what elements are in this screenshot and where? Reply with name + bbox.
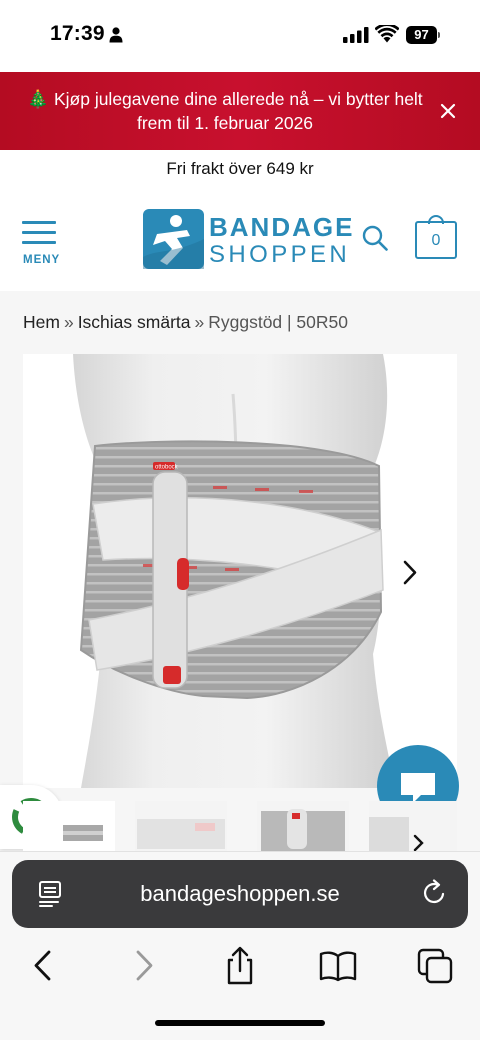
- reload-icon[interactable]: [422, 879, 448, 907]
- close-icon[interactable]: [436, 99, 460, 123]
- chevron-right-icon[interactable]: [408, 833, 428, 851]
- promo-text: Kjøp julegavene dine allerede nå – vi by…: [53, 89, 423, 133]
- cart-count: 0: [415, 221, 457, 259]
- address-bar[interactable]: bandageshoppen.se: [12, 860, 468, 928]
- person-icon: [109, 27, 123, 43]
- brand-tag: ottobock: [155, 465, 179, 471]
- shipping-notice: Fri frakt över 649 kr: [0, 150, 480, 187]
- search-icon[interactable]: [361, 224, 389, 252]
- site-header: MENY BANDAGE SHOPPEN 0: [0, 187, 480, 291]
- site-logo[interactable]: BANDAGE SHOPPEN: [143, 209, 352, 269]
- promo-banner: 🎄 Kjøp julegavene dine allerede nå – vi …: [0, 72, 480, 150]
- breadcrumb-separator: »: [63, 312, 74, 332]
- hamburger-icon: [22, 221, 62, 244]
- breadcrumb-separator: »: [194, 312, 205, 332]
- url-text: bandageshoppen.se: [140, 881, 340, 906]
- home-indicator: [155, 1020, 325, 1026]
- tabs-icon[interactable]: [416, 946, 456, 986]
- thumbnail-2[interactable]: [135, 801, 227, 851]
- back-icon[interactable]: [23, 946, 63, 986]
- forward-icon[interactable]: [124, 946, 164, 986]
- page-settings-icon[interactable]: [38, 880, 64, 908]
- battery-level: 97: [406, 26, 437, 44]
- book-icon[interactable]: [318, 946, 358, 986]
- breadcrumb: Hem» Ischias smärta» Ryggstöd | 50R50: [23, 312, 348, 333]
- promo-text-block: 🎄 Kjøp julegavene dine allerede nå – vi …: [20, 87, 430, 135]
- wifi-icon: [375, 25, 399, 43]
- christmas-tree-icon: 🎄: [27, 89, 50, 109]
- battery-indicator: 97: [406, 26, 440, 44]
- menu-button[interactable]: MENY: [22, 221, 62, 269]
- cart-button[interactable]: 0: [415, 215, 458, 261]
- signal-icon: [343, 27, 369, 43]
- breadcrumb-category[interactable]: Ischias smärta: [78, 312, 191, 332]
- thumbnail-strip: [23, 801, 457, 851]
- breadcrumb-home[interactable]: Hem: [23, 312, 60, 332]
- gallery-next-button[interactable]: [384, 545, 436, 600]
- status-time: 17:39: [50, 22, 105, 45]
- breadcrumb-current: Ryggstöd | 50R50: [208, 312, 349, 332]
- status-bar: 17:39 97: [0, 0, 480, 72]
- logo-text-top: BANDAGE: [209, 212, 355, 242]
- chevron-right-icon: [403, 560, 417, 585]
- menu-label: MENY: [23, 254, 61, 266]
- thumbnail-3[interactable]: [257, 801, 349, 851]
- share-icon[interactable]: [220, 946, 260, 986]
- logo-text-bottom: SHOPPEN: [209, 241, 351, 268]
- battery-tip: [438, 32, 440, 38]
- thumbnail-1[interactable]: [23, 801, 115, 851]
- logo-mark-icon: [143, 209, 204, 269]
